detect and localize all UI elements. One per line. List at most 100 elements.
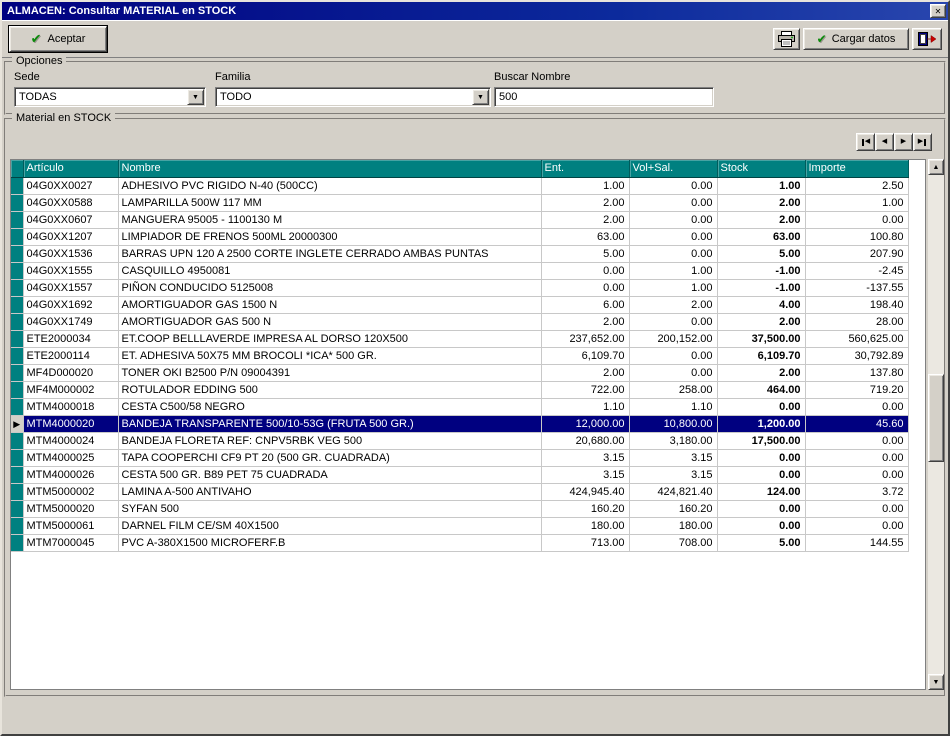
cell-stock[interactable]: 0.00 <box>717 500 805 517</box>
cell-ent[interactable]: 63.00 <box>541 228 629 245</box>
prev-record-button[interactable]: ◀ <box>875 133 894 151</box>
cell-stock[interactable]: 0.00 <box>717 517 805 534</box>
cell-ent[interactable]: 722.00 <box>541 381 629 398</box>
cell-articulo[interactable]: MTM4000025 <box>23 449 118 466</box>
cell-articulo[interactable]: 04G0XX1692 <box>23 296 118 313</box>
cell-volsal[interactable]: 3.15 <box>629 449 717 466</box>
cell-volsal[interactable]: 0.00 <box>629 313 717 330</box>
next-record-button[interactable]: ▶ <box>894 133 913 151</box>
cell-articulo[interactable]: MTM4000024 <box>23 432 118 449</box>
cell-stock[interactable]: 0.00 <box>717 398 805 415</box>
cell-stock[interactable]: 4.00 <box>717 296 805 313</box>
cell-nombre[interactable]: ROTULADOR EDDING 500 <box>118 381 541 398</box>
cell-stock[interactable]: 37,500.00 <box>717 330 805 347</box>
cell-importe[interactable]: -137.55 <box>805 279 908 296</box>
cell-articulo[interactable]: 04G0XX0588 <box>23 194 118 211</box>
cell-articulo[interactable]: ETE2000034 <box>23 330 118 347</box>
cell-ent[interactable]: 2.00 <box>541 211 629 228</box>
cell-articulo[interactable]: 04G0XX0607 <box>23 211 118 228</box>
cell-stock[interactable]: 0.00 <box>717 449 805 466</box>
cell-nombre[interactable]: ADHESIVO PVC RIGIDO N-40 (500CC) <box>118 177 541 194</box>
cargar-datos-button[interactable]: ✔ Cargar datos <box>803 28 909 50</box>
cell-articulo[interactable]: 04G0XX1555 <box>23 262 118 279</box>
table-row[interactable]: 04G0XX1692AMORTIGUADOR GAS 1500 N6.002.0… <box>11 296 908 313</box>
cell-ent[interactable]: 1.00 <box>541 177 629 194</box>
cell-nombre[interactable]: LAMINA A-500 ANTIVAHO <box>118 483 541 500</box>
cell-importe[interactable]: 0.00 <box>805 500 908 517</box>
cell-nombre[interactable]: LIMPIADOR DE FRENOS 500ML 20000300 <box>118 228 541 245</box>
cell-importe[interactable]: 207.90 <box>805 245 908 262</box>
cell-nombre[interactable]: TAPA COOPERCHI CF9 PT 20 (500 GR. CUADRA… <box>118 449 541 466</box>
table-row[interactable]: 04G0XX0607MANGUERA 95005 - 1100130 M2.00… <box>11 211 908 228</box>
cell-ent[interactable]: 3.15 <box>541 449 629 466</box>
buscar-nombre-input[interactable] <box>494 87 714 107</box>
cell-importe[interactable]: 100.80 <box>805 228 908 245</box>
cell-stock[interactable]: -1.00 <box>717 262 805 279</box>
cell-ent[interactable]: 713.00 <box>541 534 629 551</box>
cell-nombre[interactable]: SYFAN 500 <box>118 500 541 517</box>
cell-stock[interactable]: -1.00 <box>717 279 805 296</box>
table-row[interactable]: MTM4000026CESTA 500 GR. B89 PET 75 CUADR… <box>11 466 908 483</box>
vertical-scrollbar[interactable]: ▲ ▼ <box>928 159 944 690</box>
cell-stock[interactable]: 5.00 <box>717 245 805 262</box>
cell-importe[interactable]: 28.00 <box>805 313 908 330</box>
cell-ent[interactable]: 2.00 <box>541 313 629 330</box>
column-header-volsal[interactable]: Vol+Sal. <box>629 160 717 177</box>
scroll-down-button[interactable]: ▼ <box>928 674 944 690</box>
familia-combobox[interactable]: TODO ▼ <box>215 87 491 107</box>
cell-volsal[interactable]: 0.00 <box>629 177 717 194</box>
cell-volsal[interactable]: 10,800.00 <box>629 415 717 432</box>
cell-importe[interactable]: 144.55 <box>805 534 908 551</box>
cell-nombre[interactable]: AMORTIGUADOR GAS 1500 N <box>118 296 541 313</box>
cell-importe[interactable]: 0.00 <box>805 449 908 466</box>
cell-importe[interactable]: 0.00 <box>805 211 908 228</box>
cell-nombre[interactable]: BARRAS UPN 120 A 2500 CORTE INGLETE CERR… <box>118 245 541 262</box>
cell-articulo[interactable]: MTM5000061 <box>23 517 118 534</box>
table-row[interactable]: 04G0XX0588LAMPARILLA 500W 117 MM2.000.00… <box>11 194 908 211</box>
cell-articulo[interactable]: MTM4000018 <box>23 398 118 415</box>
cell-stock[interactable]: 63.00 <box>717 228 805 245</box>
cell-volsal[interactable]: 0.00 <box>629 194 717 211</box>
cell-importe[interactable]: -2.45 <box>805 262 908 279</box>
cell-importe[interactable]: 719.20 <box>805 381 908 398</box>
cell-nombre[interactable]: ET. ADHESIVA 50X75 MM BROCOLI *ICA* 500 … <box>118 347 541 364</box>
cell-nombre[interactable]: BANDEJA TRANSPARENTE 500/10-53G (FRUTA 5… <box>118 415 541 432</box>
cell-ent[interactable]: 20,680.00 <box>541 432 629 449</box>
table-row[interactable]: 04G0XX0027ADHESIVO PVC RIGIDO N-40 (500C… <box>11 177 908 194</box>
cell-ent[interactable]: 2.00 <box>541 364 629 381</box>
aceptar-button[interactable]: ✔ Aceptar <box>9 26 107 52</box>
cell-importe[interactable]: 1.00 <box>805 194 908 211</box>
cell-ent[interactable]: 12,000.00 <box>541 415 629 432</box>
cell-ent[interactable]: 237,652.00 <box>541 330 629 347</box>
cell-nombre[interactable]: BANDEJA FLORETA REF: CNPV5RBK VEG 500 <box>118 432 541 449</box>
cell-nombre[interactable]: AMORTIGUADOR GAS 500 N <box>118 313 541 330</box>
table-row[interactable]: MF4D000020TONER OKI B2500 P/N 090043912.… <box>11 364 908 381</box>
cell-ent[interactable]: 3.15 <box>541 466 629 483</box>
cell-volsal[interactable]: 0.00 <box>629 228 717 245</box>
cell-nombre[interactable]: CASQUILLO 4950081 <box>118 262 541 279</box>
cell-importe[interactable]: 0.00 <box>805 398 908 415</box>
table-row[interactable]: MTM5000061DARNEL FILM CE/SM 40X1500180.0… <box>11 517 908 534</box>
cell-stock[interactable]: 2.00 <box>717 313 805 330</box>
cell-volsal[interactable]: 0.00 <box>629 347 717 364</box>
cell-volsal[interactable]: 2.00 <box>629 296 717 313</box>
cell-importe[interactable]: 45.60 <box>805 415 908 432</box>
first-record-button[interactable]: ◀ <box>856 133 875 151</box>
cell-volsal[interactable]: 0.00 <box>629 364 717 381</box>
cell-nombre[interactable]: ET.COOP BELLLAVERDE IMPRESA AL DORSO 120… <box>118 330 541 347</box>
table-row[interactable]: MTM5000002LAMINA A-500 ANTIVAHO424,945.4… <box>11 483 908 500</box>
cell-stock[interactable]: 1,200.00 <box>717 415 805 432</box>
table-row[interactable]: ETE2000114ET. ADHESIVA 50X75 MM BROCOLI … <box>11 347 908 364</box>
cell-articulo[interactable]: MF4D000020 <box>23 364 118 381</box>
cell-ent[interactable]: 1.10 <box>541 398 629 415</box>
column-header-nombre[interactable]: Nombre <box>118 160 541 177</box>
cell-stock[interactable]: 2.00 <box>717 211 805 228</box>
cell-stock[interactable]: 6,109.70 <box>717 347 805 364</box>
cell-volsal[interactable]: 1.00 <box>629 279 717 296</box>
sede-combobox[interactable]: TODAS ▼ <box>14 87 206 107</box>
table-row[interactable]: MTM4000025TAPA COOPERCHI CF9 PT 20 (500 … <box>11 449 908 466</box>
cell-importe[interactable]: 0.00 <box>805 466 908 483</box>
cell-volsal[interactable]: 0.00 <box>629 245 717 262</box>
table-row[interactable]: MTM5000020SYFAN 500160.20160.200.000.00 <box>11 500 908 517</box>
cell-articulo[interactable]: MTM5000020 <box>23 500 118 517</box>
